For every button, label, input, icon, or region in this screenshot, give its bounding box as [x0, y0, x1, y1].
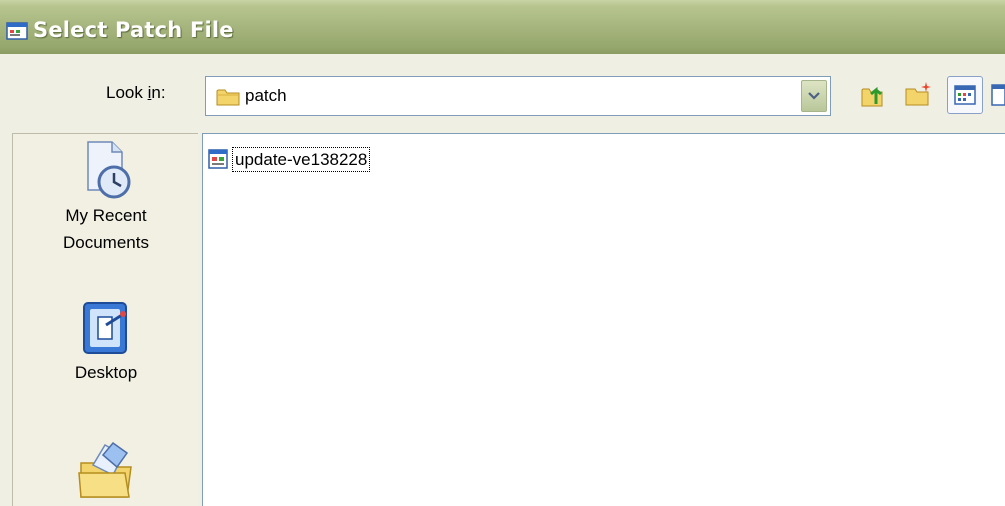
tools-icon — [991, 84, 1005, 106]
file-name: update-ve138228 — [232, 146, 371, 172]
new-folder-icon[interactable] — [904, 80, 934, 110]
look-in-dropdown[interactable]: patch — [205, 76, 831, 116]
window-title: Select Patch File — [33, 18, 234, 42]
dropdown-arrow-button[interactable] — [801, 80, 827, 112]
place-recent-documents[interactable]: My Recent Documents — [13, 140, 199, 256]
desktop-icon — [83, 302, 127, 354]
file-list[interactable]: update-ve138228 — [202, 133, 1005, 506]
look-in-label: Look in: — [106, 83, 166, 102]
place-my-documents[interactable] — [13, 439, 199, 501]
places-bar: My Recent Documents Desktop — [12, 133, 198, 506]
look-in-value: patch — [245, 86, 287, 105]
view-menu-button[interactable] — [947, 76, 983, 114]
extra-toolbar-button[interactable] — [990, 80, 1005, 110]
recent-documents-icon — [87, 141, 131, 199]
place-desktop[interactable]: Desktop — [13, 297, 199, 386]
patch-file-icon — [208, 149, 228, 169]
dialog-app-icon — [6, 22, 28, 40]
up-one-level-icon[interactable] — [858, 80, 888, 110]
file-item[interactable]: update-ve138228 — [208, 143, 371, 175]
my-documents-icon — [78, 441, 132, 498]
title-bar[interactable]: Select Patch File — [0, 0, 1005, 54]
folder-icon — [216, 89, 240, 106]
view-menu-icon — [954, 85, 976, 105]
chevron-down-icon — [808, 92, 820, 100]
